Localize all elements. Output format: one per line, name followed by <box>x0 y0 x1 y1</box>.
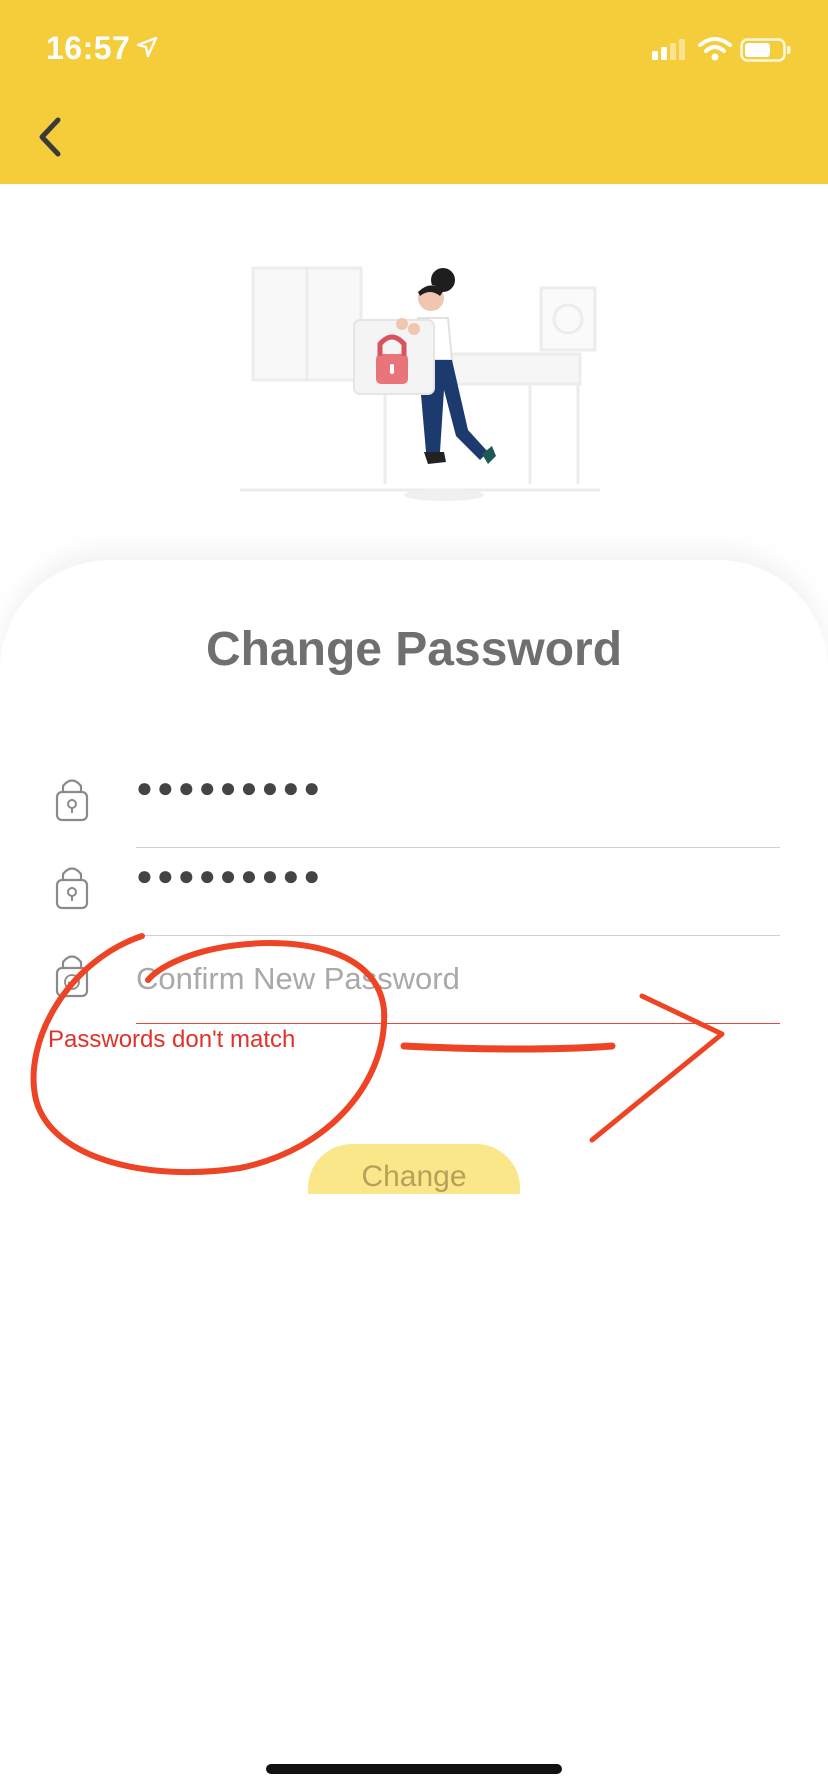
lock-check-icon <box>55 955 89 998</box>
app-header: 16:57 <box>0 0 828 184</box>
lock-icon <box>55 867 89 910</box>
current-password-field[interactable]: ●●●●●●●●● <box>0 760 828 848</box>
location-arrow-icon <box>136 36 158 58</box>
lock-icon <box>55 779 89 822</box>
confirm-password-input[interactable] <box>136 936 776 1022</box>
confirm-password-field <box>0 936 828 1024</box>
password-mismatch-error: Passwords don't match <box>48 1026 296 1053</box>
new-password-field[interactable]: ●●●●●●●●● <box>0 848 828 936</box>
cellular-signal-icon <box>652 39 685 60</box>
home-indicator[interactable] <box>266 1764 562 1774</box>
page-title: Change Password <box>205 623 623 676</box>
password-illustration <box>240 266 600 501</box>
current-password-value: ●●●●●●●●● <box>136 772 325 803</box>
change-button[interactable]: Change <box>308 1144 520 1194</box>
chevron-left-icon <box>39 117 61 157</box>
battery-icon <box>740 38 791 62</box>
field-underline-error <box>136 1023 780 1024</box>
new-password-value: ●●●●●●●●● <box>136 860 325 891</box>
wifi-icon <box>698 37 732 61</box>
status-time: 16:57 <box>46 30 131 66</box>
lock-board <box>353 318 435 395</box>
change-password-screen: 16:57 Change Password ●●●●●●●●● ●●●●●●●●… <box>0 0 828 1792</box>
back-button[interactable] <box>30 112 80 172</box>
